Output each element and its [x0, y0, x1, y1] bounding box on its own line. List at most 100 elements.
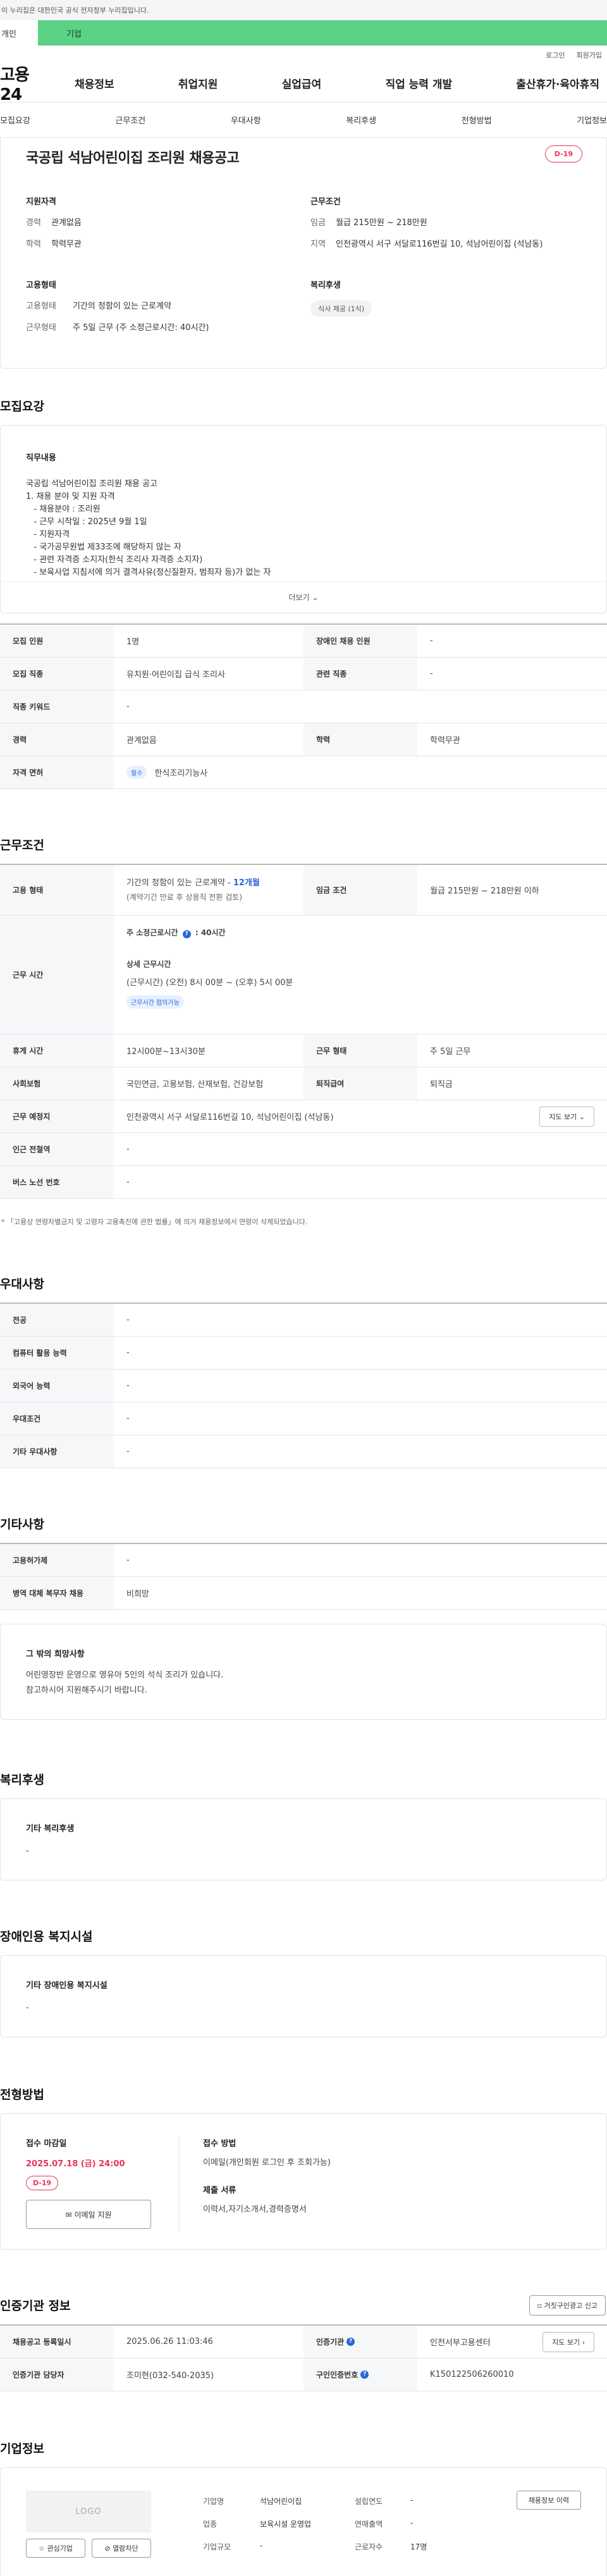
star-icon: ☆: [39, 2544, 45, 2553]
docs-title: 제출 서류: [203, 2186, 236, 2195]
employment-type-block: 고용형태 고용형태 기간의 정함이 있는 근로계약 근무형태 주 5일 근무 (주 …: [26, 278, 291, 343]
company-field: 설립연도: [355, 2497, 383, 2506]
table-row: 병역 대체 복무자 채용 비희망: [0, 1577, 607, 1610]
company-field-value: 석남어린이집: [260, 2497, 302, 2506]
other-wishes-card: 그 밖의 희망사항 어린영장반 운영으로 영유아 5인의 석식 조리가 있습니다…: [0, 1624, 607, 1720]
gnb-item-parental-leave[interactable]: 출산휴가·육아휴직: [516, 75, 599, 91]
company-field-value: -: [410, 2496, 414, 2505]
welfare-card: 기타 복리후생 -: [0, 1798, 607, 1880]
table-row: 경력 관계없음 학력 학력무관: [0, 723, 607, 756]
tab-individual[interactable]: 개인: [0, 20, 38, 46]
hours-negotiable-badge: 근무시간 협의가능: [126, 995, 184, 1009]
job-description-card: 직무내용 국공립 석남어린이집 조리원 채용 공고 1. 채용 분야 및 지원 …: [0, 425, 607, 613]
work-table: 고용 형태 기간의 정함이 있는 근로계약 - 12개월 (계약기간 만료 후 …: [0, 864, 607, 1199]
disabled-card: 기타 장애인용 복지시설 -: [0, 1955, 607, 2037]
table-row: 고용 형태 기간의 정함이 있는 근로계약 - 12개월 (계약기간 만료 후 …: [0, 865, 607, 916]
deadline-value: 2025.07.18 (금) 24:00: [26, 2159, 125, 2169]
subtab-process[interactable]: 전형방법: [462, 114, 492, 126]
gnb-menu: 채용정보 취업지원 실업급여 직업 능력 개발 출산휴가·육아휴직: [75, 75, 607, 91]
welfare-card-title: 기타 복리후생: [26, 1824, 75, 1834]
email-apply-button[interactable]: ✉ 이메일 지원: [26, 2200, 151, 2229]
info-icon[interactable]: ?: [346, 2338, 355, 2346]
method-value: 이메일(개인회원 로그인 후 조회가능): [203, 2158, 331, 2168]
utility-nav: 로그인 회원가입: [0, 46, 607, 64]
block-company-button[interactable]: ⊘ 열람차단: [92, 2539, 151, 2558]
gnb-item-training[interactable]: 직업 능력 개발: [385, 75, 452, 91]
global-nav: 고용24 채용정보 취업지원 실업급여 직업 능력 개발 출산휴가·육아휴직: [0, 62, 607, 104]
site-logo[interactable]: 고용24: [0, 62, 44, 104]
emp-row: 고용형태 기간의 정함이 있는 근로계약: [26, 302, 171, 311]
section-title-pref: 우대사항: [0, 1277, 44, 1291]
pref-table: 전공 - 컴퓨터 활용 능력 - 외국어 능력 - 우대조건 - 기타 우대사항 -: [0, 1303, 607, 1468]
info-icon[interactable]: ?: [182, 930, 191, 938]
table-row: 우대조건 -: [0, 1402, 607, 1435]
auth-table: 채용공고 등록일시 2025.06.26 11:03:46 인증기관? 인천서부고…: [0, 2324, 607, 2391]
table-row: 근무 예정지 인천광역시 서구 서달로116번길 10, 석남어린이집 (석남동…: [0, 1100, 607, 1133]
chevron-down-icon: ⌄: [312, 592, 319, 602]
company-field: 연매출액: [355, 2520, 383, 2529]
cond-row: 임금 월급 215만원 ~ 218만원: [310, 218, 427, 228]
info-icon[interactable]: ?: [360, 2371, 369, 2379]
login-link[interactable]: 로그인: [546, 50, 565, 60]
section-title-work: 근무조건: [0, 838, 44, 852]
age-note: * 「고용상 연령차별금지 및 고령자 고용촉진에 관한 법률」에 의거 채용정…: [1, 1218, 308, 1226]
qualification-block: 지원자격 경력 관계없음 학력 학력무관: [26, 195, 291, 259]
report-fake-ad-button[interactable]: ▫ 거짓구인광고 신고: [529, 2295, 606, 2315]
block-icon: ⊘: [104, 2544, 111, 2553]
job-history-button[interactable]: 채용정보 이력: [516, 2491, 581, 2510]
table-row: 사회보험 국민연금, 고용보험, 산재보험, 건강보험 퇴직급여 퇴직금: [0, 1067, 607, 1100]
table-row: 버스 노선 번호 -: [0, 1166, 607, 1199]
table-row: 기타 우대사항 -: [0, 1435, 607, 1468]
divider: [179, 2137, 180, 2231]
cond-row: 지역 인천광역시 서구 서달로116번길 10, 석남어린이집 (석남동): [310, 239, 543, 249]
table-row: 채용공고 등록일시 2025.06.26 11:03:46 인증기관? 인천서부고…: [0, 2326, 607, 2358]
dday-badge: D-19: [544, 145, 582, 163]
subtab-welfare[interactable]: 복리후생: [346, 114, 376, 126]
deadline-title: 접수 마감일: [26, 2139, 67, 2149]
gnb-item-unemployment[interactable]: 실업급여: [282, 75, 322, 91]
subtab-company[interactable]: 기업정보: [577, 114, 607, 126]
section-title-recruit: 모집요강: [0, 400, 44, 414]
job-description-title: 직무내용: [26, 453, 56, 463]
welfare-chip: 식사 제공 (1식): [310, 300, 372, 317]
subtab-recruit[interactable]: 모집요강: [0, 114, 30, 126]
employment-type-title: 고용형태: [26, 281, 56, 290]
company-field-value: -: [260, 2541, 263, 2550]
docs-value: 이력서,자기소개서,경력증명서: [203, 2205, 307, 2214]
qual-row: 경력 관계없음: [26, 218, 82, 228]
qualification-title: 지원자격: [26, 197, 56, 207]
welfare-summary-block: 복리후생 식사 제공 (1식): [310, 278, 576, 317]
other-wishes-title: 그 밖의 희망사항: [26, 1650, 85, 1659]
condition-title: 근무조건: [310, 197, 341, 207]
table-row: 휴게 시간 12시00분~13시30분 근무 형태 주 5일 근무: [0, 1034, 607, 1067]
subtab-pref[interactable]: 우대사항: [231, 114, 261, 126]
job-summary-card: 국공립 석남어린이집 조리원 채용공고 D-19 지원자격 경력 관계없음 학력 학…: [0, 138, 607, 369]
company-field: 기업규모: [203, 2542, 231, 2551]
map-button[interactable]: 지도 보기 ⌄: [539, 1106, 594, 1127]
chevron-right-icon: ›: [582, 2338, 585, 2346]
auth-map-button[interactable]: 지도 보기 ›: [543, 2331, 594, 2352]
method-title: 접수 방법: [203, 2139, 236, 2149]
gnb-item-jobs[interactable]: 채용정보: [75, 75, 114, 91]
section-title-welfare: 복리후생: [0, 1773, 44, 1787]
tab-business[interactable]: 기업: [38, 20, 607, 46]
job-description-body: 국공립 석남어린이집 조리원 채용 공고 1. 채용 분야 및 지원 자격 - …: [26, 479, 271, 577]
section-title-disabled: 장애인용 복지시설: [0, 1930, 93, 1944]
condition-block: 근무조건 임금 월급 215만원 ~ 218만원 지역 인천광역시 서구 서달로11…: [310, 195, 582, 259]
table-row: 인증기관 담당자 조미현(032-540-2035) 구인인증번호? K15012…: [0, 2358, 607, 2391]
table-row: 모집 인원 1명 장애인 채용 인원 -: [0, 625, 607, 658]
emp-row: 근무형태 주 5일 근무 (주 소정근로시간: 40시간): [26, 322, 209, 333]
favorite-company-button[interactable]: ☆ 관심기업: [26, 2539, 85, 2558]
audience-tabs: 개인 기업: [0, 20, 607, 46]
gnb-item-employment-support[interactable]: 취업지원: [178, 75, 218, 91]
section-title-company: 기업정보: [0, 2442, 44, 2456]
section-title-process: 전형방법: [0, 2088, 44, 2102]
table-row: 인근 전철역 -: [0, 1133, 607, 1166]
more-button[interactable]: 더보기 ⌄: [1, 581, 606, 613]
join-link[interactable]: 회원가입: [577, 50, 602, 60]
job-title: 국공립 석남어린이집 조리원 채용공고: [26, 150, 240, 166]
gov-notice-text: 이 누리집은 대한민국 공식 전자정부 누리집입니다.: [1, 6, 149, 15]
document-icon: ▫: [537, 2302, 543, 2310]
subtab-work[interactable]: 근무조건: [115, 114, 145, 126]
table-row: 모집 직종 유치원·어린이집 급식 조리사 관련 직종 -: [0, 658, 607, 690]
